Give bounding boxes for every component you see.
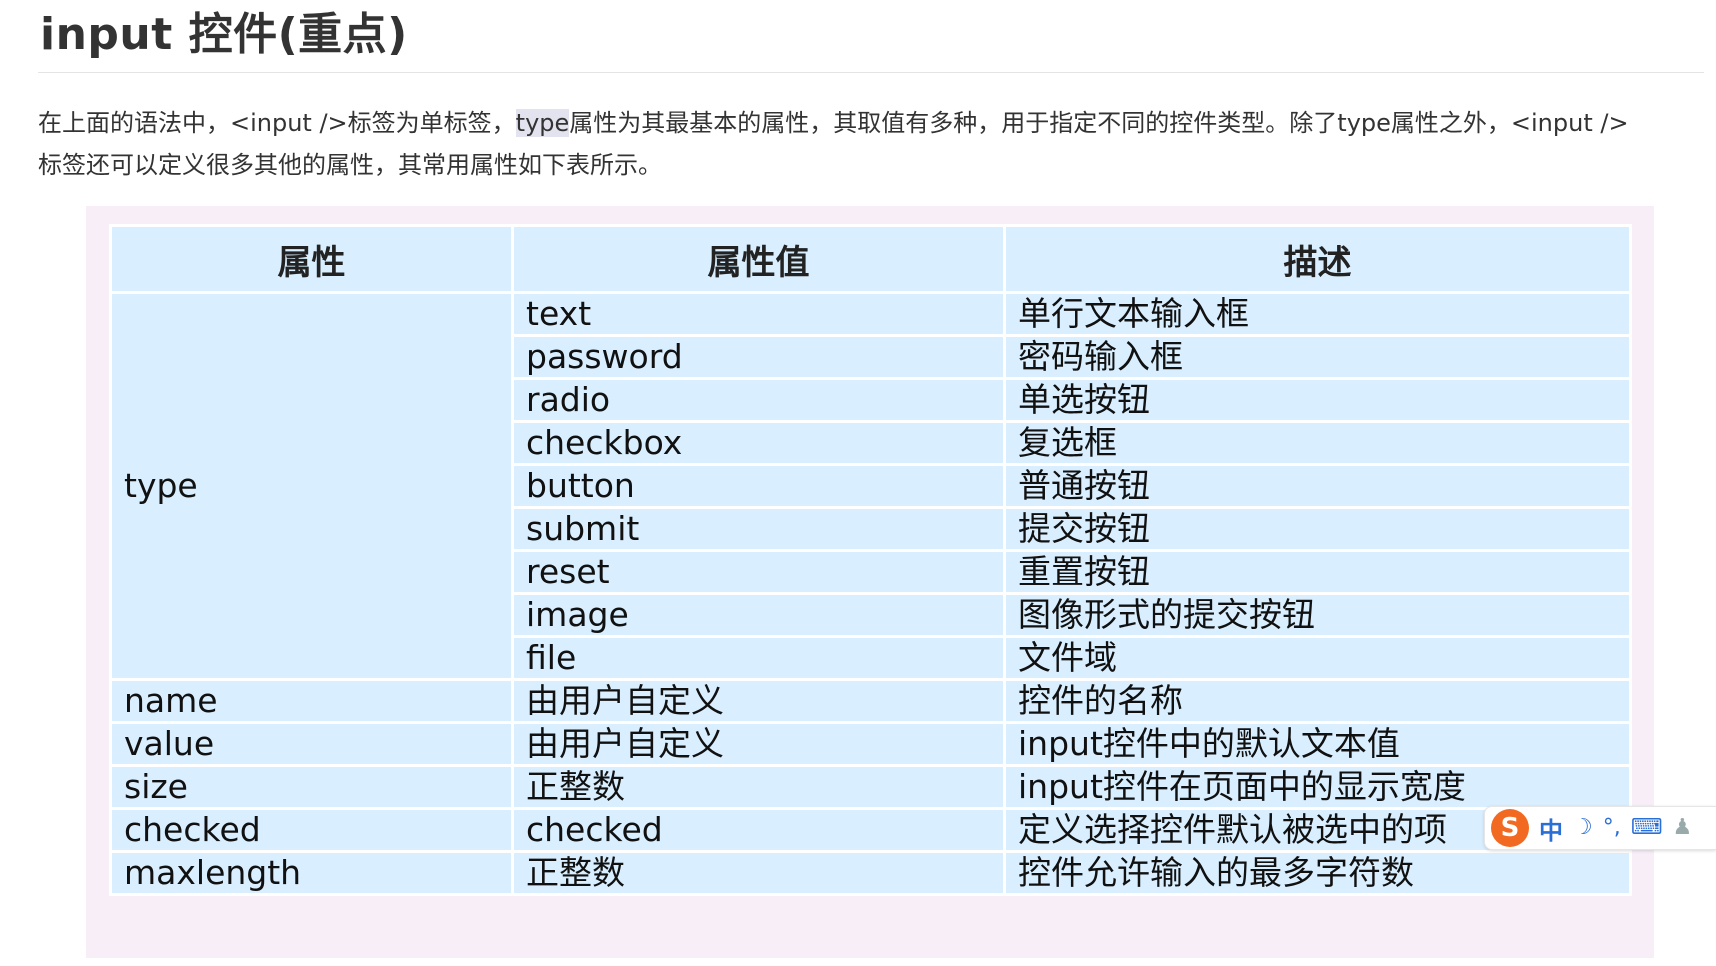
description-cell: 提交按钮 [1003, 506, 1632, 552]
table-header-row: 属性 属性值 描述 [109, 224, 1632, 294]
description-cell: 重置按钮 [1003, 549, 1632, 595]
value-cell: password [511, 334, 1006, 380]
description-cell: input控件中的默认文本值 [1003, 721, 1632, 767]
description-cell: 控件的名称 [1003, 678, 1632, 724]
value-cell: 由用户自定义 [511, 678, 1006, 724]
value-cell: reset [511, 549, 1006, 595]
moon-icon[interactable]: ☽ [1573, 817, 1593, 839]
description-cell: 普通按钮 [1003, 463, 1632, 509]
value-cell: file [511, 635, 1006, 681]
ime-toolbar[interactable]: S 中 ☽ °, ⌨ ♟ [1484, 806, 1716, 850]
header-attribute: 属性 [109, 224, 514, 294]
value-cell: 正整数 [511, 850, 1006, 896]
intro-paragraph: 在上面的语法中，<input />标签为单标签，type属性为其最基本的属性，其… [38, 102, 1638, 186]
value-cell: button [511, 463, 1006, 509]
description-cell: 密码输入框 [1003, 334, 1632, 380]
value-cell: checked [511, 807, 1006, 853]
attribute-cell: size [109, 764, 514, 810]
ime-mode-toggle[interactable]: 中 [1539, 811, 1563, 846]
table-row: name 由用户自定义 控件的名称 [109, 678, 1632, 724]
table-row: maxlength 正整数 控件允许输入的最多字符数 [109, 850, 1632, 896]
description-cell: 文件域 [1003, 635, 1632, 681]
table-body: type text 单行文本输入框 password 密码输入框 radio 单选按钮 che… [109, 291, 1632, 896]
header-description: 描述 [1003, 224, 1632, 294]
attribute-cell: checked [109, 807, 514, 853]
table-row: type text 单行文本输入框 [109, 291, 1632, 681]
value-cell: submit [511, 506, 1006, 552]
sogou-logo-icon[interactable]: S [1491, 809, 1529, 847]
value-cell: 正整数 [511, 764, 1006, 810]
description-cell: 单行文本输入框 [1003, 291, 1632, 337]
intro-highlight: type [515, 109, 570, 137]
attribute-cell: value [109, 721, 514, 767]
user-icon[interactable]: ♟ [1673, 817, 1693, 839]
keyboard-icon[interactable]: ⌨ [1631, 817, 1663, 839]
value-cell: 由用户自定义 [511, 721, 1006, 767]
table-row: value 由用户自定义 input控件中的默认文本值 [109, 721, 1632, 767]
value-cell: image [511, 592, 1006, 638]
title-divider [38, 72, 1704, 73]
value-cell: text [511, 291, 1006, 337]
description-cell: 单选按钮 [1003, 377, 1632, 423]
attribute-cell: maxlength [109, 850, 514, 896]
attribute-cell: name [109, 678, 514, 724]
intro-text-part1: 在上面的语法中，<input />标签为单标签， [38, 109, 516, 137]
page-title: input 控件(重点) [40, 9, 408, 60]
page: input 控件(重点) 在上面的语法中，<input />标签为单标签，typ… [0, 0, 1716, 966]
description-cell: input控件在页面中的显示宽度 [1003, 764, 1632, 810]
table-row: checked checked 定义选择控件默认被选中的项 [109, 807, 1632, 853]
description-cell: 控件允许输入的最多字符数 [1003, 850, 1632, 896]
value-cell: checkbox [511, 420, 1006, 466]
punctuation-icon[interactable]: °, [1603, 817, 1621, 839]
description-cell: 复选框 [1003, 420, 1632, 466]
header-value: 属性值 [511, 224, 1006, 294]
value-cell: radio [511, 377, 1006, 423]
attribute-cell: type [109, 291, 514, 681]
table-row: size 正整数 input控件在页面中的显示宽度 [109, 764, 1632, 810]
description-cell: 图像形式的提交按钮 [1003, 592, 1632, 638]
input-attributes-table: 属性 属性值 描述 type text 单行文本输入框 password 密码输入框 ra… [109, 224, 1632, 896]
